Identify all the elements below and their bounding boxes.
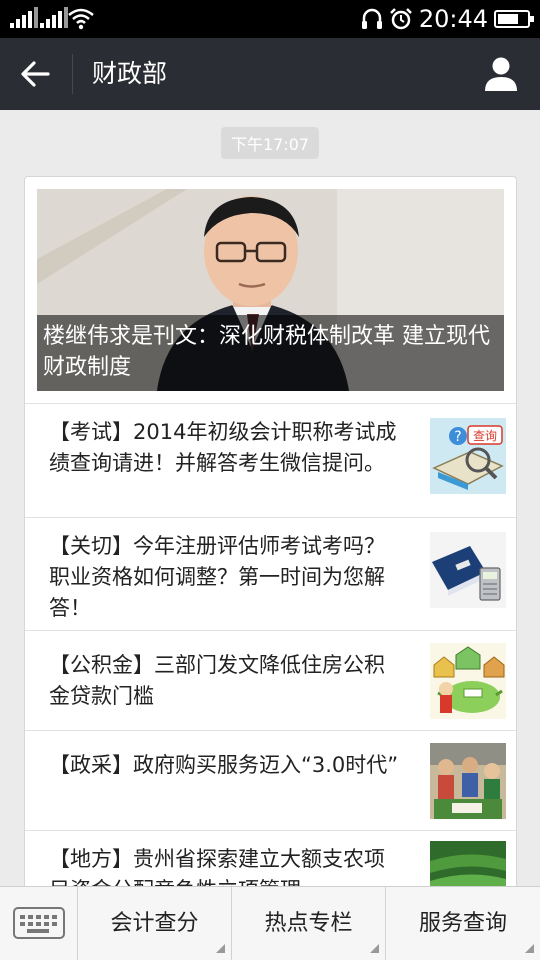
- hero-article[interactable]: 楼继伟求是刊文：深化财税体制改革 建立现代财政制度: [37, 189, 504, 391]
- message-timestamp: 下午17:07: [220, 127, 320, 159]
- article-thumbnail: [430, 643, 506, 719]
- bottom-menu-bar: 会计查分 热点专栏 服务查询: [0, 886, 540, 960]
- keyboard-icon: [13, 907, 65, 939]
- svg-text:?: ?: [454, 429, 461, 445]
- profile-icon[interactable]: [484, 56, 518, 92]
- page-title: 财政部: [92, 59, 168, 88]
- menu-service-query[interactable]: 服务查询: [386, 887, 540, 960]
- keyboard-toggle-button[interactable]: [0, 887, 78, 960]
- news-card: 楼继伟求是刊文：深化财税体制改革 建立现代财政制度 【考试】2014年初级会计职…: [24, 176, 517, 896]
- alarm-icon: [389, 8, 412, 30]
- menu-accounting-score[interactable]: 会计查分: [78, 887, 232, 960]
- article-item[interactable]: 【公积金】三部门发文降低住房公积金贷款门槛: [25, 630, 516, 730]
- signal-strength-icon: [10, 7, 38, 28]
- signal-strength-icon: [40, 7, 68, 28]
- battery-icon: [494, 10, 534, 28]
- article-title: 【公积金】三部门发文降低住房公积金贷款门槛: [49, 653, 385, 708]
- article-title: 【关切】今年注册评估师考试考吗？职业资格如何调整？第一时间为您解答！: [49, 534, 385, 620]
- thumb-label: 查询: [473, 429, 497, 443]
- hero-caption: 楼继伟求是刊文：深化财税体制改革 建立现代财政制度: [37, 315, 504, 391]
- wifi-icon: [68, 8, 94, 30]
- headphones-icon: [361, 8, 382, 29]
- article-item[interactable]: 【政采】政府购买服务迈入“3.0时代”: [25, 730, 516, 830]
- back-arrow-icon[interactable]: [18, 56, 54, 92]
- article-thumbnail: 查询 ?: [430, 418, 506, 494]
- article-thumbnail: [430, 743, 506, 819]
- divider: [72, 54, 73, 94]
- article-item[interactable]: 【关切】今年注册评估师考试考吗？职业资格如何调整？第一时间为您解答！: [25, 517, 516, 630]
- title-bar: 财政部: [0, 38, 540, 110]
- menu-hot-topics[interactable]: 热点专栏: [232, 887, 386, 960]
- article-title: 【政采】政府购买服务迈入“3.0时代”: [49, 753, 399, 777]
- clock: 20:44: [418, 5, 488, 33]
- status-bar: 20:44: [0, 0, 540, 38]
- article-thumbnail: [430, 532, 506, 608]
- article-title: 【考试】2014年初级会计职称考试成绩查询请进！并解答考生微信提问。: [49, 420, 397, 475]
- article-item[interactable]: 【考试】2014年初级会计职称考试成绩查询请进！并解答考生微信提问。 查询 ?: [25, 403, 516, 517]
